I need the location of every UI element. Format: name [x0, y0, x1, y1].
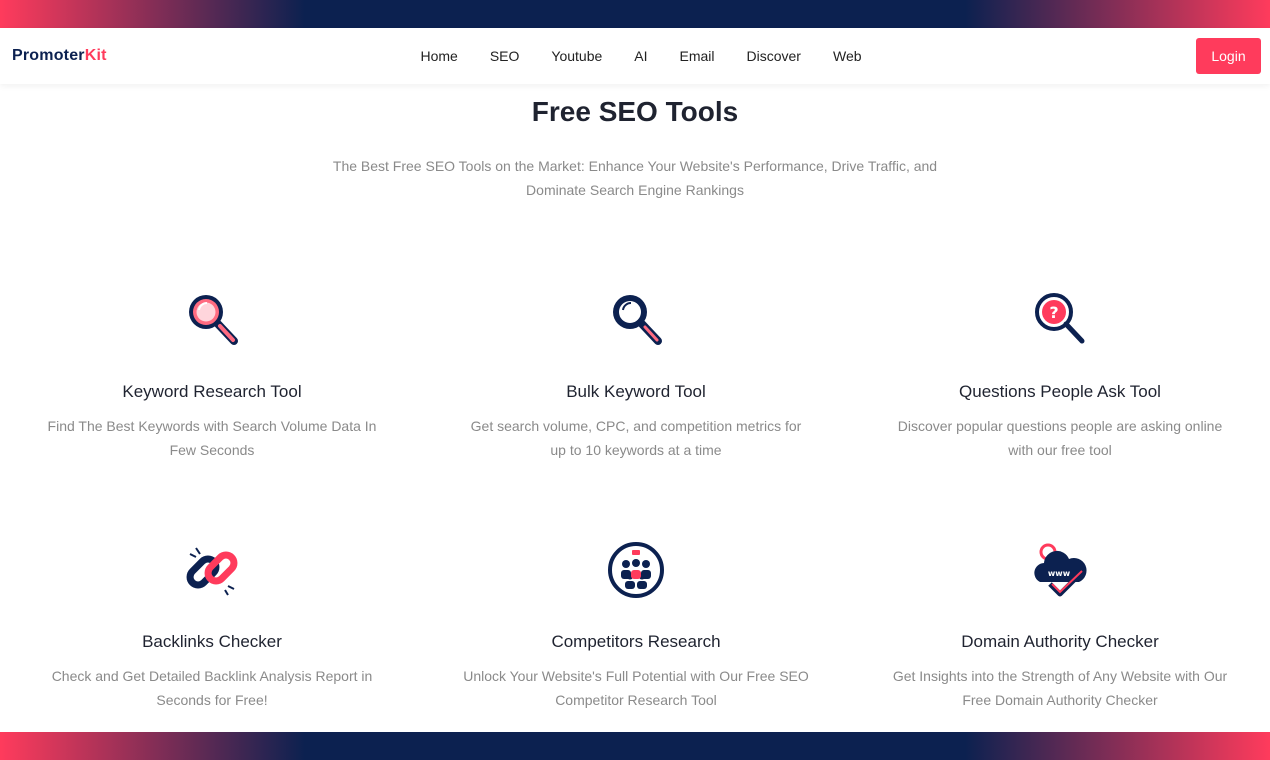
tool-card-questions-people-ask[interactable]: ? Questions People Ask Tool Discover pop… — [848, 290, 1270, 462]
www-check-icon: www — [848, 540, 1270, 600]
question-magnifier-icon: ? — [848, 290, 1270, 350]
group-people-icon — [424, 540, 848, 600]
navbar: PromoterKit Home SEO Youtube AI Email Di… — [0, 28, 1270, 84]
tool-description: Check and Get Detailed Backlink Analysis… — [51, 668, 373, 708]
tool-description: Discover popular questions people are as… — [897, 418, 1223, 458]
svg-text:?: ? — [1049, 303, 1058, 322]
nav-discover[interactable]: Discover — [747, 48, 801, 64]
main-nav: Home SEO Youtube AI Email Discover Web — [0, 28, 1270, 84]
magnifier-icon — [0, 290, 424, 350]
tool-title: Bulk Keyword Tool — [566, 382, 706, 401]
tool-card-bulk-keyword[interactable]: Bulk Keyword Tool Get search volume, CPC… — [424, 290, 848, 462]
tool-description: Find The Best Keywords with Search Volum… — [47, 418, 377, 458]
chain-link-icon — [0, 540, 424, 600]
top-gradient-band — [0, 0, 1270, 28]
hero-section: Free SEO Tools The Best Free SEO Tools o… — [0, 96, 1270, 202]
svg-text:www: www — [1048, 569, 1071, 578]
nav-email[interactable]: Email — [680, 48, 715, 64]
nav-web[interactable]: Web — [833, 48, 862, 64]
tool-card-backlinks-checker[interactable]: Backlinks Checker Check and Get Detailed… — [0, 540, 424, 712]
tool-title: Competitors Research — [551, 632, 721, 651]
tool-description: Get Insights into the Strength of Any We… — [892, 668, 1228, 708]
tool-title: Domain Authority Checker — [961, 632, 1159, 651]
login-button[interactable]: Login — [1196, 38, 1261, 74]
bottom-gradient-band — [0, 732, 1270, 760]
page-title: Free SEO Tools — [531, 96, 739, 127]
tool-card-competitors-research[interactable]: Competitors Research Unlock Your Website… — [424, 540, 848, 712]
page-subtitle: The Best Free SEO Tools on the Market: E… — [332, 158, 938, 198]
tool-description: Get search volume, CPC, and competition … — [470, 418, 802, 458]
tool-title: Backlinks Checker — [142, 632, 282, 651]
tool-title: Questions People Ask Tool — [959, 382, 1161, 401]
nav-seo[interactable]: SEO — [490, 48, 520, 64]
tool-description: Unlock Your Website's Full Potential wit… — [463, 668, 809, 708]
nav-ai[interactable]: AI — [634, 48, 647, 64]
nav-home[interactable]: Home — [420, 48, 457, 64]
nav-youtube[interactable]: Youtube — [551, 48, 602, 64]
tool-title: Keyword Research Tool — [122, 382, 302, 401]
magnifier-dark-icon — [424, 290, 848, 350]
tool-card-domain-authority[interactable]: www Domain Authority Checker Get Insight… — [848, 540, 1270, 712]
tool-card-keyword-research[interactable]: Keyword Research Tool Find The Best Keyw… — [0, 290, 424, 462]
